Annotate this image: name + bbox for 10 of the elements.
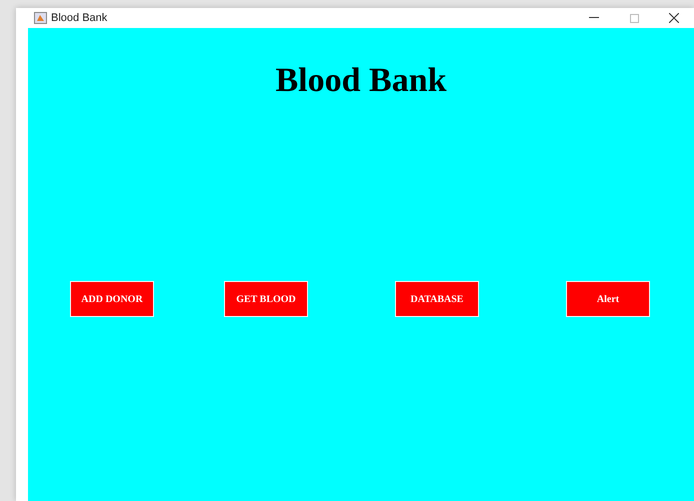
action-button[interactable]: Alert	[566, 281, 650, 318]
maximize-icon	[630, 14, 638, 22]
app-icon	[34, 12, 47, 24]
window-title: Blood Bank	[51, 10, 108, 26]
close-icon	[669, 13, 679, 23]
heading: Blood Bank	[274, 62, 448, 100]
action-button[interactable]: DATABASE	[395, 281, 479, 318]
minimize-icon	[589, 17, 599, 19]
action-button[interactable]: GET BLOOD	[224, 281, 308, 318]
action-button[interactable]: ADD DONOR	[70, 281, 154, 318]
